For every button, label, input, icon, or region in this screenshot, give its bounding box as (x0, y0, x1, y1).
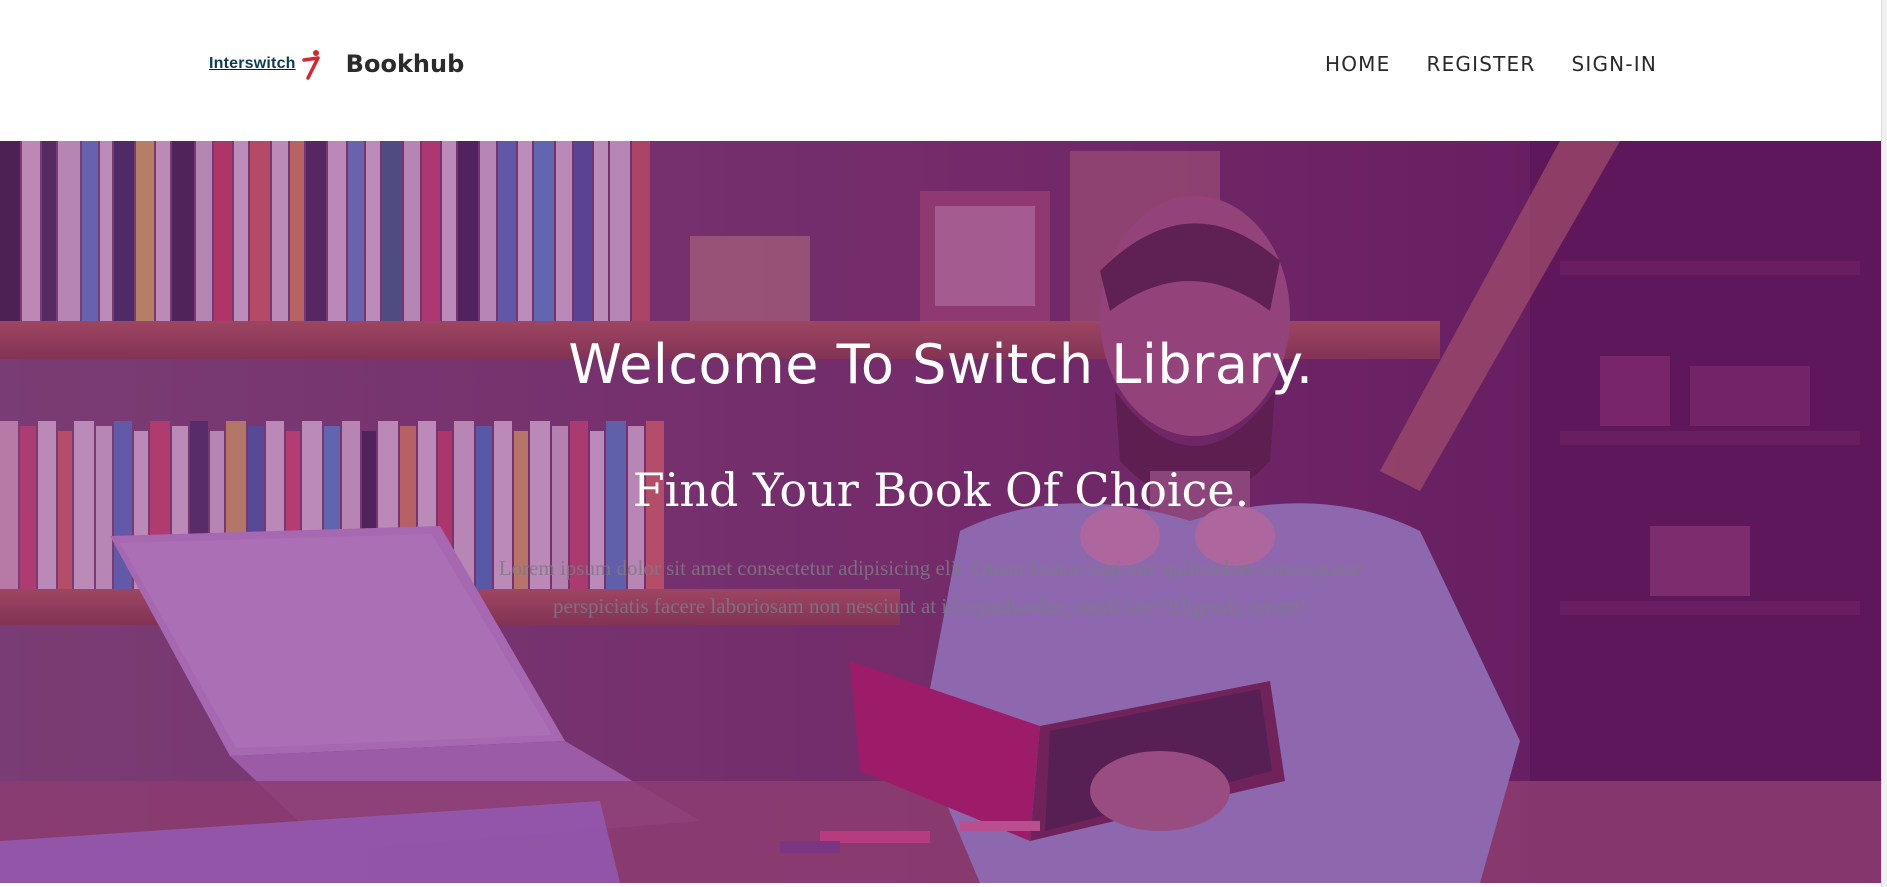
brand: Interswitch Bookhub (209, 44, 464, 84)
logo-text: Interswitch (209, 55, 296, 72)
nav-home[interactable]: HOME (1325, 48, 1390, 80)
page: Interswitch Bookhub HOME REGISTER SIGN-I… (0, 0, 1887, 887)
brand-name[interactable]: Bookhub (346, 50, 465, 78)
interswitch-mark-icon (301, 50, 320, 80)
interswitch-logo[interactable]: Interswitch (209, 44, 322, 84)
page-scrollbar[interactable] (1881, 0, 1887, 887)
hero-title: Welcome To Switch Library. (568, 333, 1314, 396)
hero-content: Welcome To Switch Library. Find Your Boo… (0, 141, 1882, 883)
nav-sign-in[interactable]: SIGN-IN (1571, 48, 1657, 80)
hero-description: Lorem ipsum dolor sit amet consectetur a… (498, 556, 1362, 618)
nav-register[interactable]: REGISTER (1426, 48, 1535, 80)
navbar: Interswitch Bookhub HOME REGISTER SIGN-I… (0, 0, 1882, 141)
hero-subtitle: Find Your Book Of Choice. (632, 463, 1250, 517)
hero-section: Welcome To Switch Library. Find Your Boo… (0, 141, 1882, 883)
main-nav: HOME REGISTER SIGN-IN (1325, 48, 1657, 80)
